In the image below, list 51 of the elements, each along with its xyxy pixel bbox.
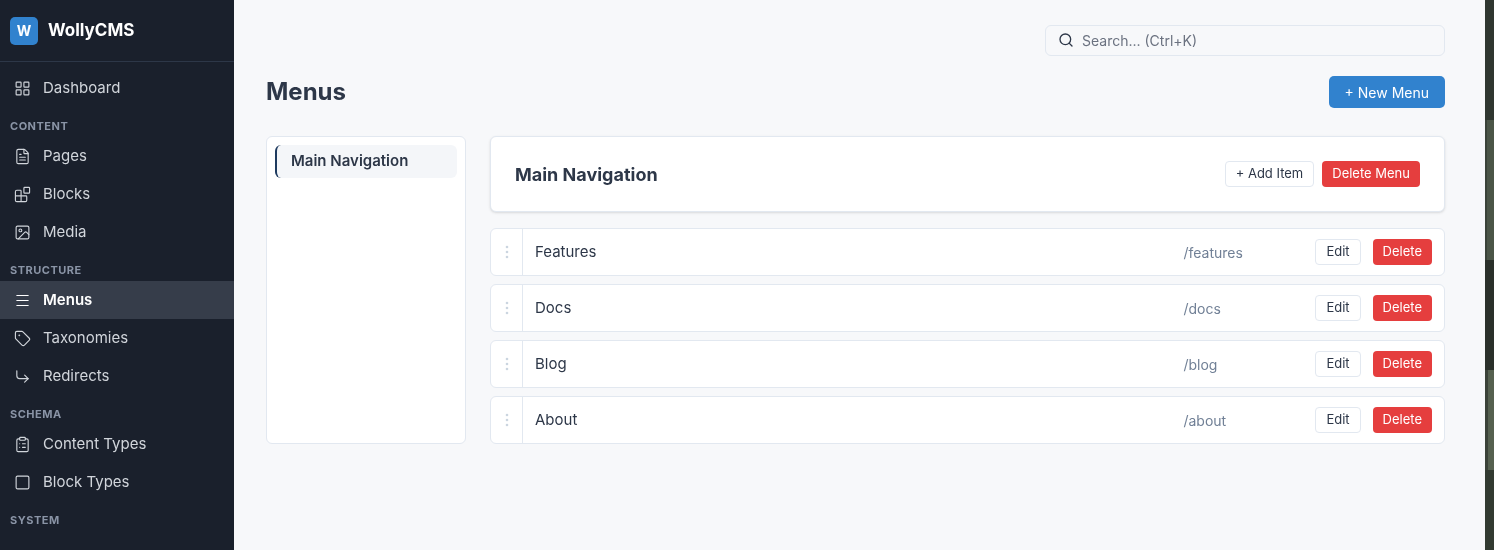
- menu-list-item[interactable]: Main Navigation: [275, 145, 457, 178]
- sidebar-item[interactable]: Content Types: [0, 425, 234, 463]
- sidebar-item[interactable]: Taxonomies: [0, 319, 234, 357]
- delete-button[interactable]: Delete: [1372, 295, 1432, 321]
- blocks-icon: [14, 185, 31, 203]
- menu-item-label: About: [535, 408, 579, 431]
- add-item-button[interactable]: + Add Item: [1224, 161, 1315, 187]
- drag-handle-icon[interactable]: [504, 301, 509, 315]
- sidebar-item[interactable]: Menus: [0, 281, 234, 319]
- square-icon: [14, 473, 31, 491]
- clipboard-icon: [14, 435, 31, 453]
- tag-icon: [14, 329, 31, 347]
- drag-handle-icon[interactable]: [504, 245, 509, 259]
- drag-handle-icon[interactable]: [504, 357, 509, 371]
- app-name: WollyCMS: [48, 18, 135, 42]
- menu-item-url: /about: [1183, 410, 1228, 431]
- sidebar-item[interactable]: Dashboard: [0, 69, 234, 107]
- delete-button[interactable]: Delete: [1372, 239, 1432, 265]
- edit-button[interactable]: Edit: [1315, 407, 1361, 433]
- sidebar-item[interactable]: Blocks: [0, 175, 234, 213]
- edit-button[interactable]: Edit: [1315, 351, 1361, 377]
- menu-title: Main Navigation: [515, 162, 658, 187]
- menu-item-url: /blog: [1183, 354, 1219, 375]
- menu-item-url: /features: [1183, 242, 1244, 263]
- delete-button[interactable]: Delete: [1372, 351, 1432, 377]
- section-heading: SCHEMA: [9, 405, 63, 423]
- section-heading: CONTENT: [9, 117, 70, 135]
- drag-handle-icon[interactable]: [504, 413, 509, 427]
- new-menu-button[interactable]: + New Menu: [1328, 76, 1445, 108]
- search-field[interactable]: Search... (Ctrl+K): [1045, 25, 1445, 56]
- delete-menu-button[interactable]: Delete Menu: [1322, 161, 1420, 187]
- image-icon: [14, 223, 31, 241]
- menu-item-label: Docs: [535, 296, 573, 319]
- page-title: Menus: [266, 76, 346, 108]
- menu-item-label: Features: [535, 240, 598, 263]
- sidebar-item[interactable]: Block Types: [0, 463, 234, 501]
- search-icon: [1058, 32, 1074, 48]
- dashboard-icon: [14, 79, 31, 97]
- document-icon: [14, 147, 31, 165]
- menu-item-label: Blog: [535, 352, 568, 375]
- menu-item-url: /docs: [1183, 298, 1222, 319]
- section-heading: STRUCTURE: [9, 261, 83, 279]
- sidebar-item[interactable]: Pages: [0, 137, 234, 175]
- section-heading: SYSTEM: [9, 511, 61, 529]
- arrow-icon: [14, 367, 31, 385]
- logo: W: [10, 16, 38, 45]
- edit-button[interactable]: Edit: [1315, 295, 1361, 321]
- sidebar-item[interactable]: Redirects: [0, 357, 234, 395]
- delete-button[interactable]: Delete: [1372, 407, 1432, 433]
- sidebar-item[interactable]: Media: [0, 213, 234, 251]
- edit-button[interactable]: Edit: [1315, 239, 1361, 265]
